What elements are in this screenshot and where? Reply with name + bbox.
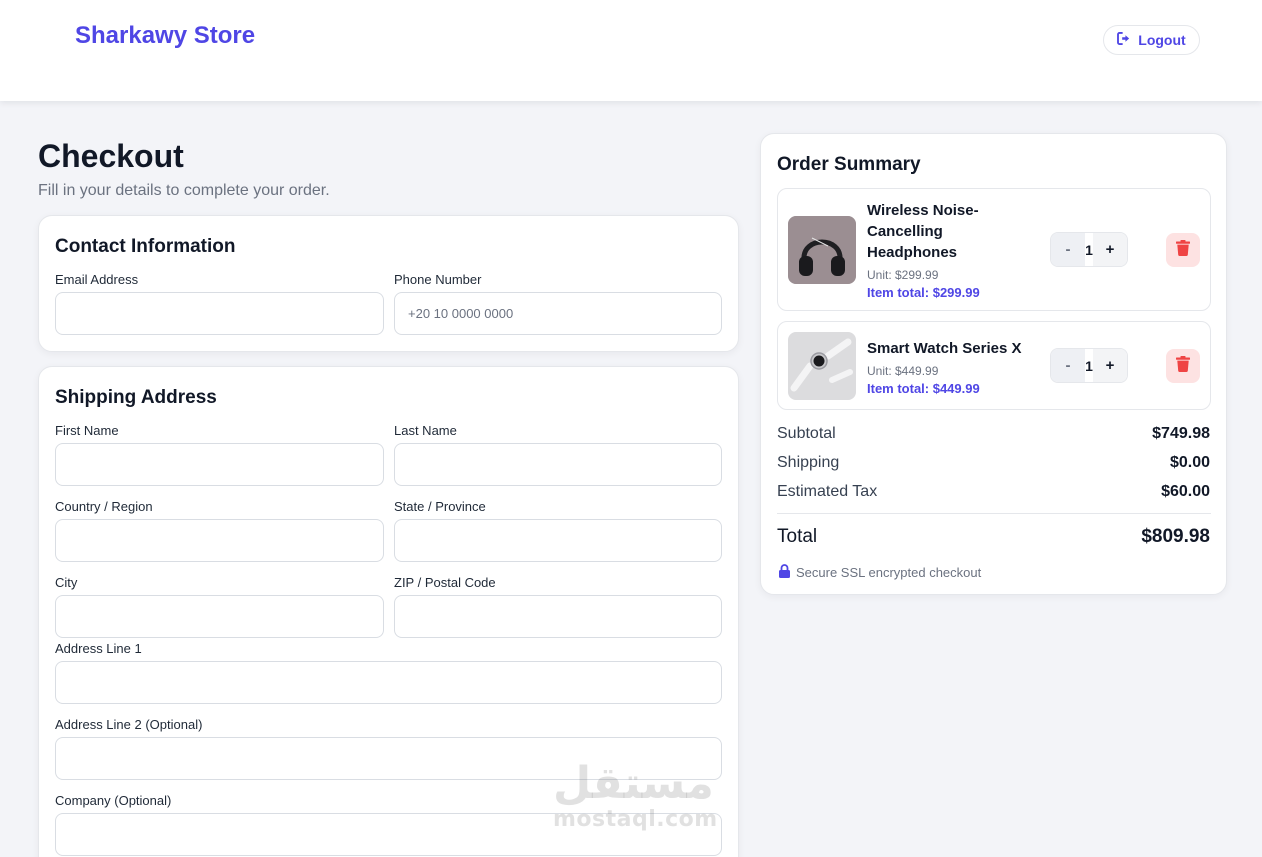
quantity-value[interactable]: 1 (1085, 242, 1093, 258)
company-label: Company (Optional) (55, 793, 172, 808)
quantity-stepper: - 1 + (1050, 232, 1128, 267)
headphones-product-image[interactable] (788, 216, 856, 284)
increase-quantity-button[interactable]: + (1093, 233, 1127, 266)
shipping-value: $0.00 (1169, 454, 1210, 471)
remove-item-button[interactable] (1166, 233, 1200, 267)
cart-item: Wireless Noise-Cancelling Headphones Uni… (777, 188, 1211, 311)
brand-logo[interactable]: Sharkawy Store (75, 22, 255, 50)
address-line-1-field[interactable] (55, 661, 722, 704)
lock-icon (779, 564, 790, 581)
order-summary-title: Order Summary (777, 154, 921, 175)
shipping-section-title: Shipping Address (55, 387, 217, 408)
address-line-1-label: Address Line 1 (55, 641, 142, 656)
email-label: Email Address (55, 272, 139, 287)
watermark-arabic: مستقل (553, 758, 714, 809)
state-label: State / Province (394, 499, 486, 514)
last-name-field[interactable] (394, 443, 722, 486)
address-line-2-label: Address Line 2 (Optional) (55, 717, 203, 732)
total-value: $809.98 (1141, 526, 1210, 547)
trash-icon (1176, 239, 1190, 261)
country-field[interactable] (55, 519, 384, 562)
first-name-field[interactable] (55, 443, 384, 486)
city-label: City (55, 575, 78, 590)
smartwatch-product-image[interactable] (788, 332, 856, 400)
email-field[interactable] (55, 292, 384, 335)
first-name-label: First Name (55, 423, 119, 438)
item-total: Item total: $299.99 (867, 285, 980, 300)
contact-section-title: Contact Information (55, 236, 236, 257)
item-name: Wireless Noise-Cancelling Headphones (867, 202, 979, 261)
country-label: Country / Region (55, 499, 153, 514)
state-field[interactable] (394, 519, 722, 562)
logout-icon (1117, 32, 1132, 48)
quantity-value[interactable]: 1 (1085, 358, 1093, 374)
remove-item-button[interactable] (1166, 349, 1200, 383)
tax-label: Estimated Tax (777, 483, 878, 500)
increase-quantity-button[interactable]: + (1093, 349, 1127, 382)
zip-label: ZIP / Postal Code (394, 575, 496, 590)
zip-field[interactable] (394, 595, 722, 638)
quantity-stepper: - 1 + (1050, 348, 1128, 383)
top-header: Sharkawy Store Logout (0, 0, 1262, 101)
item-name: Smart Watch Series X (867, 340, 1022, 357)
secure-checkout-note: Secure SSL encrypted checkout (779, 564, 981, 581)
secure-checkout-text: Secure SSL encrypted checkout (796, 565, 982, 580)
phone-field[interactable] (394, 292, 722, 335)
subtotal-value: $749.98 (1152, 425, 1210, 442)
cart-item: Smart Watch Series X Unit: $449.99 Item … (777, 321, 1211, 410)
mostaql-watermark: مستقل mostaql.com (553, 758, 718, 832)
decrease-quantity-button[interactable]: - (1051, 349, 1085, 382)
decrease-quantity-button[interactable]: - (1051, 233, 1085, 266)
logout-button[interactable]: Logout (1103, 25, 1200, 55)
shipping-label: Shipping (777, 454, 840, 471)
item-unit-price: Unit: $299.99 (867, 268, 939, 282)
city-field[interactable] (55, 595, 384, 638)
item-unit-price: Unit: $449.99 (867, 364, 939, 378)
order-summary-card: Order Summary Wireless Noise-Cancelling … (760, 133, 1227, 595)
last-name-label: Last Name (394, 423, 457, 438)
watermark-latin: mostaql.com (553, 807, 718, 832)
total-label: Total (777, 526, 818, 547)
page-subtitle: Fill in your details to complete your or… (38, 182, 330, 199)
contact-information-card: Contact Information Email Address Phone … (38, 215, 739, 352)
phone-label: Phone Number (394, 272, 482, 287)
page-title: Checkout (38, 138, 184, 174)
subtotal-label: Subtotal (777, 425, 836, 442)
trash-icon (1176, 355, 1190, 377)
logout-label: Logout (1138, 32, 1186, 48)
item-total: Item total: $449.99 (867, 381, 980, 396)
tax-value: $60.00 (1161, 483, 1210, 500)
summary-divider (777, 513, 1211, 514)
